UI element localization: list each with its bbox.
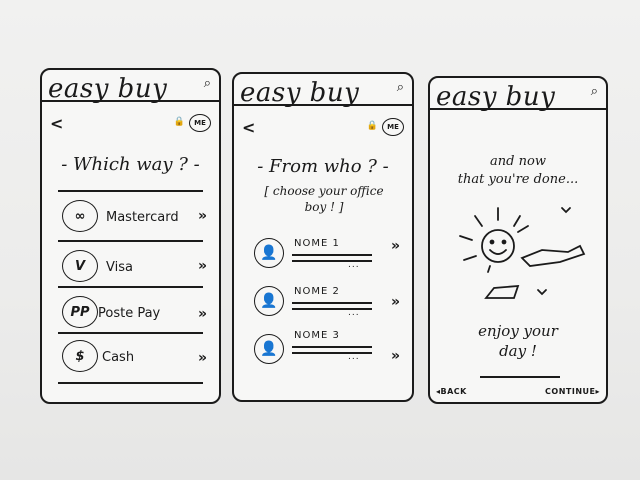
phone-screen-payment: easy buy ⌕ < 🔒 ME - Which way ? - ∞ Mast… xyxy=(40,68,221,404)
page-title: - From who ? - xyxy=(257,156,389,177)
divider xyxy=(58,240,203,242)
lock-icon: 🔒 xyxy=(366,121,378,131)
more-dots: ... xyxy=(348,308,360,318)
avatar-icon: 👤 xyxy=(254,286,284,316)
lock-icon: 🔒 xyxy=(173,117,185,127)
avatar-icon: 👤 xyxy=(254,238,284,268)
courier-name: NOME 3 xyxy=(294,330,340,341)
chevron-right-icon: » xyxy=(197,208,207,224)
header-divider xyxy=(430,108,606,110)
page-subtitle: [ choose your office boy ! ] xyxy=(264,184,384,214)
enjoy-line-2: day ! xyxy=(499,342,537,360)
avatar-icon: 👤 xyxy=(254,334,284,364)
back-icon[interactable]: < xyxy=(242,118,255,137)
mastercard-icon: ∞ xyxy=(62,200,98,232)
chevron-right-icon: » xyxy=(197,306,207,322)
divider xyxy=(58,382,203,384)
courier-name: NOME 2 xyxy=(294,286,340,297)
detail-line xyxy=(292,254,372,256)
search-icon[interactable]: ⌕ xyxy=(204,76,211,91)
divider xyxy=(480,376,560,378)
postepay-icon: PP xyxy=(62,296,98,328)
payment-label: Cash xyxy=(102,350,135,365)
chevron-right-icon: » xyxy=(390,348,400,364)
divider xyxy=(58,190,203,192)
cash-icon: $ xyxy=(62,340,98,372)
detail-line xyxy=(292,302,372,304)
detail-line xyxy=(292,352,372,354)
payment-label: Mastercard xyxy=(106,210,179,225)
detail-line xyxy=(292,346,372,348)
search-icon[interactable]: ⌕ xyxy=(397,80,404,95)
message-line-1: and now xyxy=(490,154,546,169)
profile-me-button[interactable]: ME xyxy=(189,114,211,132)
chevron-right-icon: » xyxy=(390,238,400,254)
profile-me-button[interactable]: ME xyxy=(382,118,404,136)
divider xyxy=(58,286,203,288)
detail-line xyxy=(292,260,372,262)
chevron-right-icon: » xyxy=(390,294,400,310)
visa-icon: V xyxy=(62,250,98,282)
detail-line xyxy=(292,308,372,310)
sun-illustration xyxy=(459,207,586,299)
header-divider xyxy=(234,104,412,106)
divider xyxy=(58,332,203,334)
back-icon[interactable]: < xyxy=(50,114,63,133)
payment-label: Visa xyxy=(106,260,133,275)
message-line-2: that you're done... xyxy=(457,172,579,187)
page-title: - Which way ? - xyxy=(61,154,200,175)
app-logo: easy buy xyxy=(436,82,556,112)
header-divider xyxy=(42,100,219,102)
continue-link[interactable]: CONTINUE▸ xyxy=(545,387,600,396)
courier-name: NOME 1 xyxy=(294,238,340,249)
payment-label: Poste Pay xyxy=(98,306,161,321)
chevron-right-icon: » xyxy=(197,350,207,366)
more-dots: ... xyxy=(348,352,360,362)
search-icon[interactable]: ⌕ xyxy=(591,84,598,99)
app-logo: easy buy xyxy=(48,74,168,104)
app-logo: easy buy xyxy=(240,78,360,108)
phone-screen-confirmation: easy buy ⌕ and now that you're done... e… xyxy=(428,76,608,404)
phone-screen-courier: easy buy ⌕ < 🔒 ME - From who ? - [ choos… xyxy=(232,72,414,402)
back-link[interactable]: ◂BACK xyxy=(436,387,467,396)
enjoy-line-1: enjoy your xyxy=(478,322,558,340)
more-dots: ... xyxy=(348,260,360,270)
chevron-right-icon: » xyxy=(197,258,207,274)
